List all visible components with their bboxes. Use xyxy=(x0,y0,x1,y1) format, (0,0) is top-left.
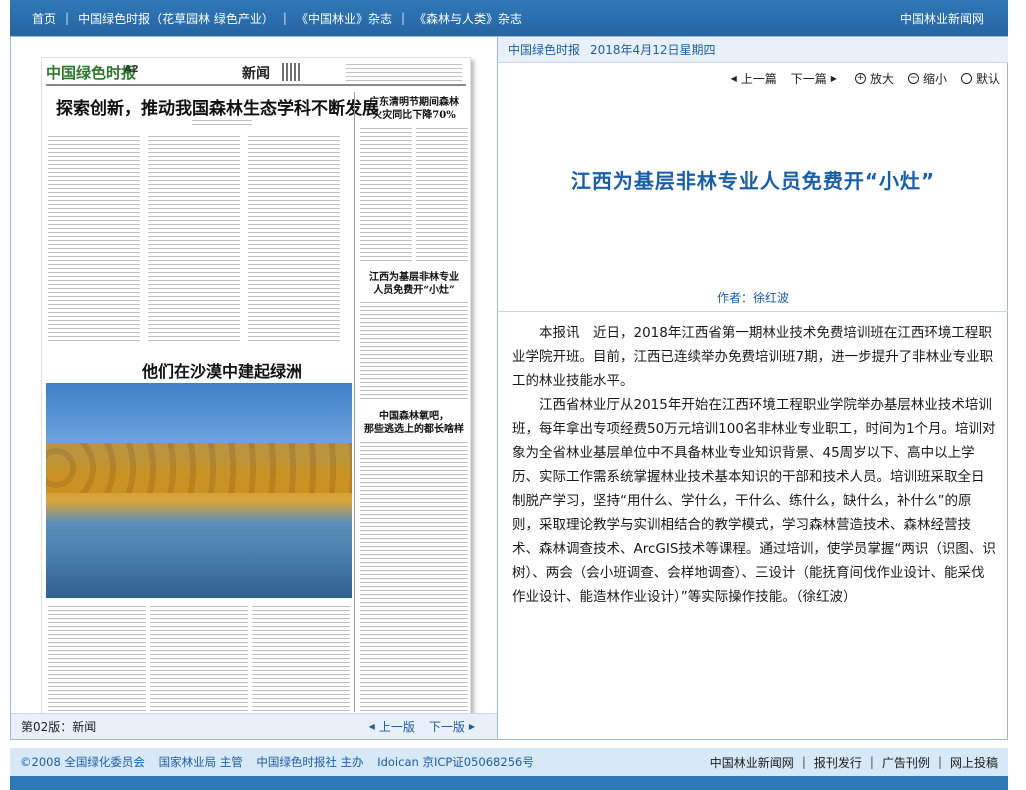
paper-headline-main[interactable]: 探索创新，推动我国森林生态学科不断发展 xyxy=(56,94,379,119)
copyright-org: ©2008 全国绿化委员会 xyxy=(20,755,145,769)
triangle-left-icon: ◀ xyxy=(368,722,375,731)
footer-separator: | xyxy=(801,755,806,769)
article-divider xyxy=(498,311,1008,312)
header-date: 2018年4月12日星期四 xyxy=(590,43,716,57)
zoom-out-icon: − xyxy=(907,72,919,84)
page-version-label: 第02版：新闻 xyxy=(21,720,97,734)
header-paper-name[interactable]: 中国绿色时报 xyxy=(508,41,580,58)
nav-separator: | xyxy=(400,11,405,25)
nav-forest-and-human[interactable]: 《森林与人类》杂志 xyxy=(414,10,522,27)
article-author: 作者：徐红波 xyxy=(716,291,789,305)
main-frame: 中国绿色时报 A2 新闻 探索创新，推动我国森林生态学科不断发展 广东清明节期间… xyxy=(10,36,1008,740)
footer-link-ad-rates[interactable]: 广告刊例 xyxy=(882,754,930,771)
zoom-in-button[interactable]: + 放大 xyxy=(854,70,894,87)
paper-headline-photo[interactable]: 他们在沙漠中建起绿洲 xyxy=(142,358,302,382)
footer-separator: | xyxy=(869,755,874,769)
paper-text-column[interactable] xyxy=(150,606,248,714)
prev-article-button[interactable]: ◀ 上一篇 xyxy=(727,70,777,87)
top-nav: 首页 | 中国绿色时报（花草园林 绿色产业） | 《中国林业》杂志 | 《森林与… xyxy=(10,10,900,27)
copyright-icp: Idoican 京ICP证05068256号 xyxy=(377,755,534,769)
article-toolbar: ◀ 上一篇 下一篇 ▶ + 放大 − 缩小 默认 xyxy=(498,69,1008,87)
triangle-right-icon: ▶ xyxy=(830,73,837,83)
paper-text-column[interactable] xyxy=(360,128,412,263)
column-divider xyxy=(354,92,355,712)
paper-side-headline-2[interactable]: 江西为基层非林专业 人员免费开“小灶” xyxy=(360,271,468,297)
paper-byline-block xyxy=(192,120,252,126)
nav-separator: | xyxy=(65,11,70,25)
paper-text-column[interactable] xyxy=(148,136,240,341)
newspaper-page-panel: 中国绿色时报 A2 新闻 探索创新，推动我国森林生态学科不断发展 广东清明节期间… xyxy=(11,37,498,739)
prev-page-link[interactable]: 上一版 xyxy=(379,718,415,735)
paper-logo: 中国绿色时报 xyxy=(46,64,137,82)
paper-section: 新闻 xyxy=(242,66,270,82)
paper-text-column[interactable] xyxy=(360,442,468,712)
footer-link-submit[interactable]: 网上投稿 xyxy=(950,754,998,771)
page-pager: ◀ 上一版 下一版 ▶ xyxy=(365,718,497,735)
paper-text-column[interactable] xyxy=(416,128,468,263)
footer-links: 中国林业新闻网 | 报刊发行 | 广告刊例 | 网上投稿 xyxy=(710,754,1008,771)
qr-code-icon xyxy=(282,63,300,81)
page-nav-bar: 第02版：新闻 ◀ 上一版 下一版 ▶ xyxy=(11,713,497,739)
paper-text-column[interactable] xyxy=(48,136,140,341)
copyright-supervisor: 国家林业局 主管 xyxy=(158,755,243,769)
zoom-default-label: 默认 xyxy=(975,71,1000,86)
nav-green-times[interactable]: 中国绿色时报（花草园林 绿色产业） xyxy=(78,10,274,27)
footer-bar: ©2008 全国绿化委员会 国家林业局 主管 中国绿色时报社 主办 Idoica… xyxy=(10,748,1008,776)
desert-oasis-photo[interactable] xyxy=(46,383,352,598)
next-article-label: 下一篇 xyxy=(790,71,827,86)
footer-copyright: ©2008 全国绿化委员会 国家林业局 主管 中国绿色时报社 主办 Idoica… xyxy=(10,754,710,770)
paper-side-headline-3[interactable]: 中国森林氧吧， 那些逃选上的都长啥样 xyxy=(360,410,468,436)
zoom-default-button[interactable]: 默认 xyxy=(960,70,1000,87)
article-paragraph: 江西省林业厅从2015年开始在江西环境工程职业学院举办基层林业技术培训班，每年拿… xyxy=(512,397,996,605)
paper-text-column[interactable] xyxy=(48,606,146,714)
site-link[interactable]: 中国林业新闻网 xyxy=(900,10,1008,27)
nav-china-forestry[interactable]: 《中国林业》杂志 xyxy=(296,10,392,27)
nav-separator: | xyxy=(282,11,287,25)
footer-separator: | xyxy=(937,755,942,769)
triangle-right-icon: ▶ xyxy=(468,722,475,731)
nav-home[interactable]: 首页 xyxy=(32,10,56,27)
zoom-in-icon: + xyxy=(854,72,866,84)
paper-side-headline-1[interactable]: 广东清明节期间森林 火灾同比下降70% xyxy=(360,96,468,122)
top-nav-bar: 首页 | 中国绿色时报（花草园林 绿色产业） | 《中国林业》杂志 | 《森林与… xyxy=(10,0,1008,36)
footer-link-news-site[interactable]: 中国林业新闻网 xyxy=(710,754,794,771)
newspaper-page-image[interactable]: 中国绿色时报 A2 新闻 探索创新，推动我国森林生态学科不断发展 广东清明节期间… xyxy=(41,57,471,719)
radio-circle-icon xyxy=(960,72,972,84)
article-header-bar: 中国绿色时报 2018年4月12日星期四 xyxy=(498,37,1008,63)
paper-masthead-info xyxy=(346,64,462,82)
article-body: 本报讯 近日，2018年江西省第一期林业技术免费培训班在江西环境工程职业学院开班… xyxy=(512,321,996,609)
paper-page-number: A2 xyxy=(124,64,139,75)
copyright-publisher: 中国绿色时报社 主办 xyxy=(256,755,364,769)
footer-link-subscription[interactable]: 报刊发行 xyxy=(814,754,862,771)
paper-masthead: 中国绿色时报 A2 新闻 xyxy=(46,62,466,86)
next-page-link[interactable]: 下一版 xyxy=(429,718,465,735)
paper-text-column[interactable] xyxy=(252,606,350,714)
zoom-out-label: 缩小 xyxy=(922,71,947,86)
bottom-stripe xyxy=(10,776,1008,790)
prev-article-label: 上一篇 xyxy=(740,71,777,86)
paper-text-column[interactable] xyxy=(360,302,468,402)
tree-row-icon xyxy=(46,443,352,493)
zoom-out-button[interactable]: − 缩小 xyxy=(907,70,947,87)
article-panel: 中国绿色时报 2018年4月12日星期四 ◀ 上一篇 下一篇 ▶ + 放大 − … xyxy=(498,37,1008,739)
paper-text-column[interactable] xyxy=(248,136,340,341)
triangle-left-icon: ◀ xyxy=(730,73,737,83)
article-paragraph: 本报讯 近日，2018年江西省第一期林业技术免费培训班在江西环境工程职业学院开班… xyxy=(512,325,994,389)
next-article-button[interactable]: 下一篇 ▶ xyxy=(791,70,841,87)
zoom-in-label: 放大 xyxy=(869,71,894,86)
article-title: 江西为基层非林专业人员免费开“小灶” xyxy=(570,169,936,193)
